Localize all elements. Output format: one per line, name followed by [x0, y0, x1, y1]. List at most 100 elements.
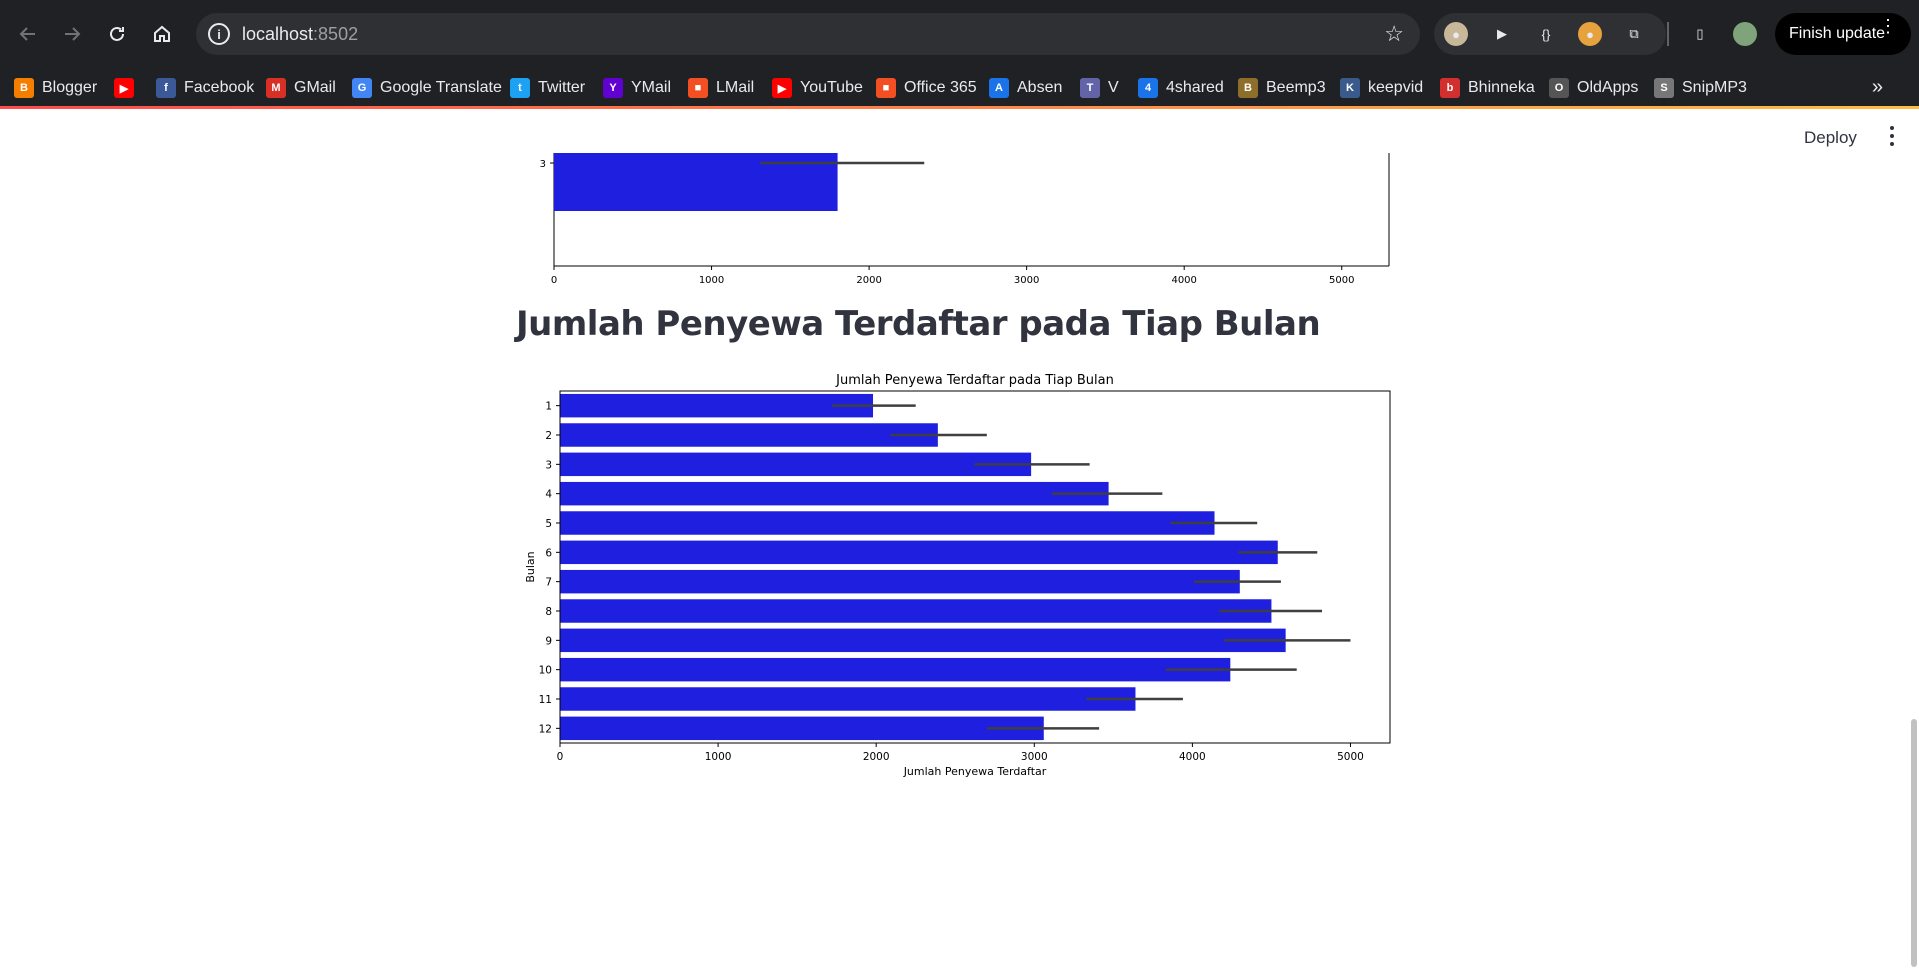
y-tick-label: 4	[545, 489, 552, 501]
bookmark-favicon-icon: O	[1549, 78, 1569, 98]
bar	[560, 687, 1136, 711]
chart-penyewa-per-bulan: Jumlah Penyewa Terdaftar pada Tiap Bulan…	[524, 373, 1391, 778]
x-tick-label: 5000	[1337, 751, 1364, 763]
bookmark-item[interactable]: A Absen	[989, 77, 1062, 99]
profile-avatar[interactable]	[1733, 22, 1757, 46]
chart-penyewa-partial: 3010002000300040005000Jumlah Penyewa	[540, 153, 1390, 283]
bar	[560, 716, 1044, 741]
forward-button[interactable]	[50, 12, 94, 56]
bookmark-label: Office 365	[904, 79, 977, 96]
bar	[560, 393, 874, 418]
back-arrow-icon	[19, 27, 35, 41]
toolbar-divider	[1667, 22, 1669, 46]
bookmark-item[interactable]: S SnipMP3	[1654, 77, 1747, 99]
finish-update-label: Finish update	[1789, 25, 1886, 42]
y-tick-label: 5	[545, 518, 552, 530]
bookmark-label: Facebook	[184, 79, 255, 96]
bookmark-label: Twitter	[538, 79, 586, 96]
bar	[560, 540, 1278, 565]
bookmark-item[interactable]: B Beemp3	[1238, 77, 1326, 99]
forward-arrow-icon	[65, 27, 81, 41]
bookmark-favicon-icon: b	[1440, 78, 1460, 98]
owl-extension-icon[interactable]: ●	[1444, 22, 1468, 46]
bar	[560, 452, 1032, 477]
address-bar[interactable]: i localhost:8502 ☆	[196, 13, 1420, 55]
more-bookmarks-icon[interactable]: »	[1872, 76, 1883, 99]
bookmark-item[interactable]: ▶	[114, 77, 142, 99]
y-tick-label: 7	[545, 577, 552, 589]
bookmark-item[interactable]: ▶ YouTube	[772, 77, 863, 99]
bookmark-item[interactable]: G Google Translate	[352, 77, 502, 99]
bookmark-favicon-icon: f	[156, 78, 176, 98]
bookmark-label: LMail	[716, 79, 755, 96]
x-tick-label: 1000	[699, 275, 724, 283]
bookmark-item[interactable]: M GMail	[266, 77, 336, 99]
bookmark-label: Google Translate	[380, 79, 502, 96]
bar	[560, 569, 1240, 594]
section-title: Jumlah Penyewa Terdaftar pada Tiap Bulan	[516, 304, 1321, 344]
x-tick-label: 2000	[863, 751, 890, 763]
bookmark-favicon-icon: B	[1238, 78, 1258, 98]
site-info-icon[interactable]: i	[208, 23, 230, 45]
puzzle-extensions-icon[interactable]: ⧉	[1622, 22, 1646, 46]
reload-button[interactable]	[95, 12, 139, 56]
monkey-extension-icon[interactable]: ●	[1578, 22, 1602, 46]
y-tick-label: 12	[539, 723, 552, 735]
bar	[554, 153, 838, 211]
finish-update-button[interactable]: Finish update ⋮	[1775, 13, 1911, 55]
bookmark-label: YouTube	[800, 79, 863, 96]
bookmark-item[interactable]: f Facebook	[156, 77, 254, 99]
bookmark-favicon-icon: ■	[876, 78, 896, 98]
bookmark-favicon-icon: t	[510, 78, 530, 98]
y-tick-label: 11	[539, 694, 552, 706]
y-tick-label: 9	[545, 635, 552, 647]
bookmark-item[interactable]: b Bhinneka	[1440, 77, 1535, 99]
bookmark-label: Bhinneka	[1468, 79, 1535, 96]
bookmark-label: YMail	[631, 79, 672, 96]
side-panel-icon[interactable]: ▯	[1688, 22, 1712, 46]
bookmark-item[interactable]: TV	[1080, 77, 1119, 99]
extensions-group: ● ▶ {} ● ⧉	[1434, 13, 1666, 55]
url-port: :8502	[313, 24, 359, 44]
y-tick-label: 6	[545, 547, 552, 559]
bookmark-star-icon[interactable]: ☆	[1384, 21, 1404, 47]
home-icon	[154, 25, 170, 42]
bookmark-label: OldApps	[1577, 79, 1639, 96]
bookmark-label: Beemp3	[1266, 79, 1326, 96]
x-tick-label: 2000	[856, 275, 881, 283]
bookmark-item[interactable]: Kkeepvid	[1340, 77, 1423, 99]
home-button[interactable]	[140, 12, 184, 56]
menu-dots-icon: ⋮	[1879, 16, 1897, 36]
bookmark-item[interactable]: t Twitter	[510, 77, 585, 99]
bookmark-item[interactable]: Y YMail	[603, 77, 671, 99]
bookmark-label: keepvid	[1368, 79, 1424, 96]
url-text: localhost:8502	[242, 24, 358, 45]
x-tick-label: 3000	[1014, 275, 1039, 283]
deploy-button[interactable]: Deploy	[1804, 128, 1857, 148]
bookmark-favicon-icon: Y	[603, 78, 623, 98]
y-tick-label: 8	[545, 606, 552, 618]
bookmark-item[interactable]: O OldApps	[1549, 77, 1638, 99]
bookmark-favicon-icon: M	[266, 78, 286, 98]
bookmark-favicon-icon: ▶	[114, 78, 134, 98]
bar	[560, 511, 1215, 535]
back-button[interactable]	[6, 12, 50, 56]
bookmark-item[interactable]: ■ Office 365	[876, 77, 977, 99]
bookmark-favicon-icon: K	[1340, 78, 1360, 98]
main-menu-icon[interactable]	[1889, 126, 1895, 146]
scrollbar[interactable]	[1911, 719, 1917, 967]
x-axis-label: Jumlah Penyewa Terdaftar	[903, 765, 1047, 778]
json-extension-icon[interactable]: {}	[1534, 22, 1558, 46]
bookmark-item[interactable]: 4 4shared	[1138, 77, 1224, 99]
x-tick-label: 3000	[1021, 751, 1048, 763]
chart-title: Jumlah Penyewa Terdaftar pada Tiap Bulan	[835, 373, 1114, 388]
app-content: Deploy 3 0 1000 2000 3000 4000 5000 Jumlah Peny…	[0, 109, 1919, 976]
url-host: localhost	[242, 24, 314, 44]
cursor-extension-icon[interactable]: ▶	[1490, 22, 1514, 46]
bookmark-label: GMail	[294, 79, 336, 96]
bookmark-item[interactable]: B Blogger	[14, 77, 97, 99]
bookmark-favicon-icon: T	[1080, 78, 1100, 98]
bookmark-label: 4shared	[1166, 79, 1224, 96]
bookmark-favicon-icon: S	[1654, 78, 1674, 98]
bookmark-item[interactable]: ■ LMail	[688, 77, 754, 99]
